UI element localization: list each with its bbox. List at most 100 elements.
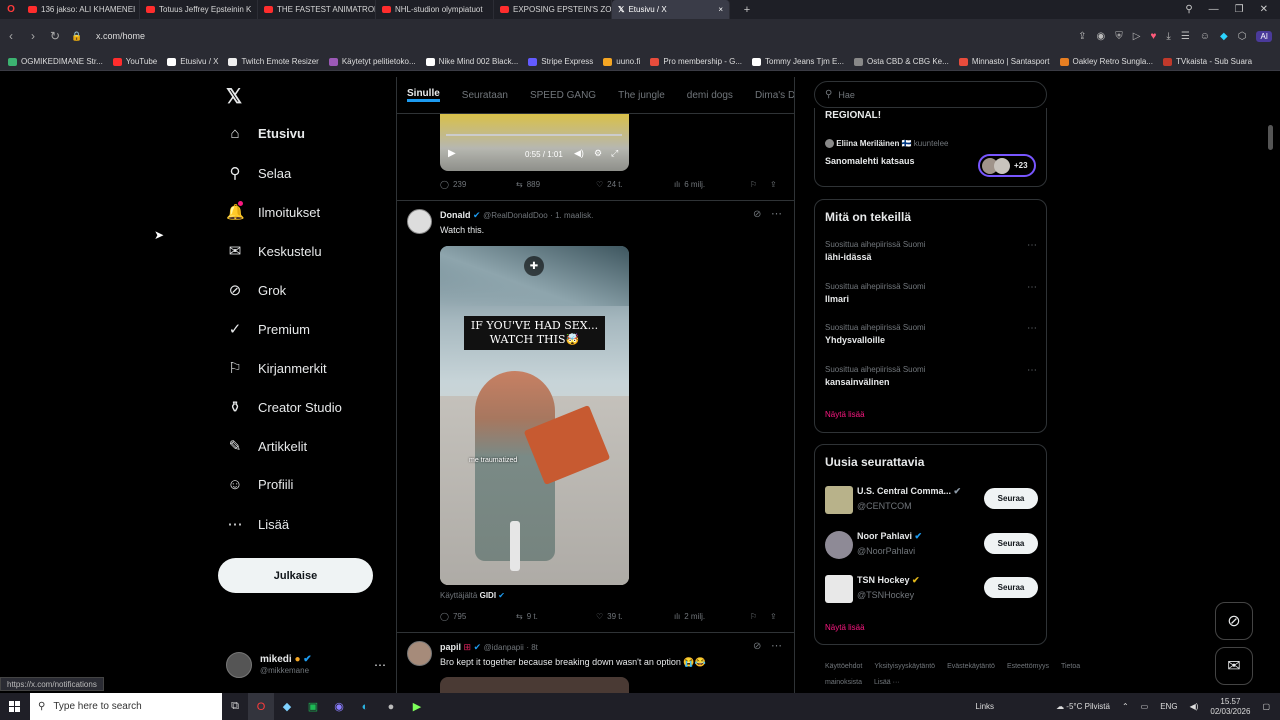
links-toolbar[interactable]: Links bbox=[975, 702, 994, 711]
scrollbar[interactable] bbox=[1268, 125, 1273, 150]
bookmark-item[interactable]: OGMIKEDIMANE Str... bbox=[8, 57, 103, 66]
back-icon[interactable]: ‹ bbox=[0, 29, 22, 43]
new-tab-button[interactable]: + bbox=[738, 4, 756, 16]
tweet-author-name[interactable]: papil bbox=[440, 642, 461, 652]
video-player[interactable]: ▶ 0:55 / 1:01 ◀) ⚙ ⤢ bbox=[440, 114, 629, 171]
nav-item-premium[interactable]: ✓ Premium bbox=[226, 320, 310, 338]
bookmark-item[interactable]: TVkaista - Sub Suara bbox=[1162, 57, 1252, 66]
more-icon[interactable]: ⋯ bbox=[771, 639, 782, 652]
feed-tab[interactable]: demi dogs bbox=[687, 90, 733, 101]
more-icon[interactable]: ⋯ bbox=[1027, 240, 1037, 251]
show-more-link[interactable]: Näytä lisää bbox=[825, 623, 865, 632]
more-icon[interactable]: ⋯ bbox=[1027, 282, 1037, 293]
opera-icon[interactable]: O bbox=[248, 693, 274, 720]
share-icon[interactable]: ⇪ bbox=[770, 180, 777, 189]
nav-item-grok[interactable]: ⊘ Grok bbox=[226, 281, 286, 299]
nav-item-profiili[interactable]: ☺ Profiili bbox=[226, 476, 293, 493]
cube-icon[interactable]: ⬡ bbox=[1238, 31, 1247, 42]
nav-item-ilmoitukset[interactable]: 🔔 Ilmoitukset bbox=[226, 201, 320, 221]
browser-tab[interactable]: THE FASTEST ANIMATRON bbox=[258, 0, 376, 19]
bookmark-item[interactable]: Osta CBD & CBG Ke... bbox=[854, 57, 949, 66]
tray-up-icon[interactable]: ⌃ bbox=[1122, 702, 1129, 711]
browser-tab[interactable]: EXPOSING EPSTEIN'S ZOR bbox=[494, 0, 612, 19]
show-more-link[interactable]: Näytä lisää bbox=[825, 410, 865, 419]
bookmark-item[interactable]: Pro membership - G... bbox=[650, 57, 742, 66]
feed-tab[interactable]: SPEED GANG bbox=[530, 90, 596, 101]
feed-tab[interactable]: Seurataan bbox=[462, 90, 508, 101]
bookmark-item[interactable]: Tommy Jeans Tjm E... bbox=[752, 57, 844, 66]
grok-icon[interactable]: ⊘ bbox=[753, 641, 761, 652]
reload-icon[interactable]: ↻ bbox=[44, 29, 66, 43]
nav-item-etusivu[interactable]: ⌂ Etusivu bbox=[226, 125, 305, 142]
feed-tab[interactable]: Dima's Dist bbox=[755, 90, 794, 101]
feed-tab[interactable]: Sinulle bbox=[407, 88, 440, 102]
search-box[interactable]: ⚲ Hae bbox=[814, 81, 1047, 108]
bookmark-item[interactable]: uuno.fi bbox=[603, 57, 640, 66]
footer-link[interactable]: Yksityisyyskäytäntö bbox=[874, 663, 935, 670]
edge-icon[interactable]: ◐ bbox=[352, 693, 378, 720]
feed-tab[interactable]: The jungle bbox=[618, 90, 665, 101]
app-icon[interactable]: ● bbox=[378, 693, 404, 720]
attribution-user[interactable]: GIDI bbox=[480, 591, 496, 600]
bookmark-item[interactable]: Etusivu / X bbox=[167, 57, 218, 66]
bookmark-item[interactable]: Nike Mind 002 Black... bbox=[425, 57, 518, 66]
follow-suggestion[interactable]: Noor Pahlavi ✔ @NoorPahlavi Seuraa bbox=[815, 529, 1046, 565]
nav-item-artikkelit[interactable]: ✎ Artikkelit bbox=[226, 437, 307, 455]
footer-link[interactable]: Evästekäytäntö bbox=[947, 663, 995, 670]
listeners-badge[interactable]: +23 bbox=[978, 154, 1036, 177]
follow-button[interactable]: Seuraa bbox=[984, 488, 1038, 509]
weather-widget[interactable]: ☁ -5°C Pilvistä bbox=[1056, 702, 1110, 711]
settings-icon[interactable]: ⚙ bbox=[594, 148, 602, 159]
tweet-time[interactable]: · 1. maalisk. bbox=[550, 211, 593, 220]
post-button[interactable]: Julkaise bbox=[218, 558, 373, 593]
clock[interactable]: 15.57 02/03/2026 bbox=[1210, 697, 1250, 716]
trend-item[interactable]: Suosittua aihepiirissä Suomi lähi-idässä… bbox=[825, 240, 1037, 272]
nav-item-selaa[interactable]: ⚲ Selaa bbox=[226, 164, 292, 182]
tab-close-icon[interactable]: × bbox=[718, 5, 723, 14]
tweet-media[interactable]: ✚ IF YOU'VE HAD SEX... WATCH THIS🤯 me tr… bbox=[440, 246, 629, 585]
follow-button[interactable]: Seuraa bbox=[984, 577, 1038, 598]
language-indicator[interactable]: ENG bbox=[1160, 702, 1177, 711]
browser-tab-active[interactable]: 𝕏 Etusivu / X × bbox=[612, 0, 730, 19]
account-icon[interactable]: ☺ bbox=[1200, 31, 1210, 42]
video-progress[interactable] bbox=[446, 134, 622, 136]
discord-icon[interactable]: ◉ bbox=[326, 693, 352, 720]
repost-button[interactable]: ⇆ 889 bbox=[516, 180, 596, 189]
windows-start-icon[interactable] bbox=[9, 701, 20, 712]
extension-icon[interactable]: ◆ bbox=[1220, 31, 1228, 42]
play-icon[interactable]: ▶ bbox=[448, 148, 456, 159]
grok-float-button[interactable]: ⊘ bbox=[1215, 602, 1253, 640]
trend-item[interactable]: Suosittua aihepiirissä Suomi Ilmari ⋯ bbox=[825, 282, 1037, 314]
lock-icon[interactable]: 🔒 bbox=[66, 31, 88, 42]
ai-icon[interactable]: AI bbox=[1256, 30, 1272, 42]
share-icon[interactable]: ⇪ bbox=[1078, 31, 1086, 42]
nav-item-kirjanmerkit[interactable]: ⚐ Kirjanmerkit bbox=[226, 359, 326, 377]
fullscreen-icon[interactable]: ⤢ bbox=[611, 148, 618, 159]
bookmark-icon[interactable]: ⚐ bbox=[750, 612, 770, 621]
tweet-time[interactable]: · 8t bbox=[526, 643, 538, 652]
app-icon[interactable]: ◆ bbox=[274, 693, 300, 720]
search-input[interactable]: Hae bbox=[838, 90, 855, 100]
x-logo-icon[interactable]: 𝕏 bbox=[226, 84, 242, 109]
more-icon[interactable]: ⋯ bbox=[374, 658, 386, 672]
like-button[interactable]: ♡ 39 t. bbox=[596, 612, 674, 621]
url-field[interactable]: x.com/home bbox=[96, 31, 145, 41]
close-window-icon[interactable]: ✕ bbox=[1260, 4, 1268, 15]
reply-button[interactable]: ◯ 795 bbox=[440, 612, 516, 621]
shield-icon[interactable]: ⛨ bbox=[1115, 31, 1123, 42]
browser-tab[interactable]: Totuus Jeffrey Epsteinin K bbox=[140, 0, 258, 19]
avatar[interactable] bbox=[407, 209, 432, 234]
bookmark-icon[interactable]: ⚐ bbox=[750, 180, 770, 189]
task-view-icon[interactable]: ⧉ bbox=[222, 693, 248, 720]
network-icon[interactable]: ▭ bbox=[1141, 702, 1149, 711]
taskbar-search[interactable]: ⚲ Type here to search bbox=[30, 693, 222, 720]
minimize-icon[interactable]: — bbox=[1209, 4, 1219, 15]
bookmark-item[interactable]: Twitch Emote Resizer bbox=[228, 57, 319, 66]
heart-icon[interactable]: ♥ bbox=[1150, 31, 1156, 42]
browser-logo-icon[interactable]: O bbox=[0, 0, 22, 19]
repost-button[interactable]: ⇆ 9 t. bbox=[516, 612, 596, 621]
bookmark-item[interactable]: YouTube bbox=[112, 57, 157, 66]
bookmark-item[interactable]: Käytetyt pelitietoko... bbox=[328, 57, 416, 66]
forward-icon[interactable]: › bbox=[22, 29, 44, 43]
footer-link[interactable]: Esteettömyys bbox=[1007, 663, 1049, 670]
